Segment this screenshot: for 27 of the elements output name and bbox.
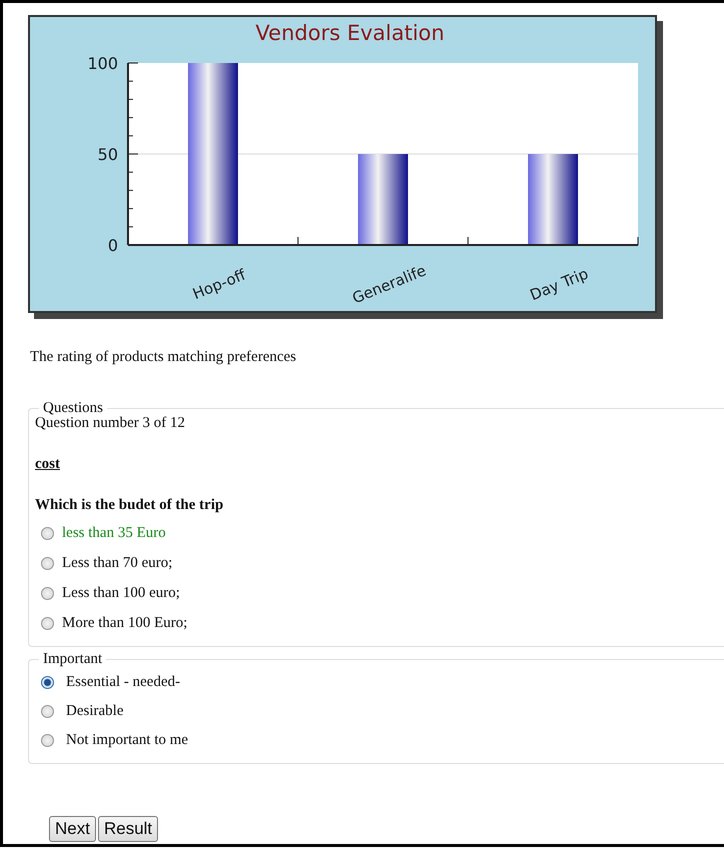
tick-label: 50 bbox=[98, 145, 118, 164]
radio-button[interactable] bbox=[41, 556, 54, 570]
chart-title: Vendors Evalation bbox=[256, 21, 444, 45]
question-text: Which is the budet of the trip bbox=[35, 497, 224, 514]
option-label[interactable]: More than 100 Euro; bbox=[62, 614, 188, 632]
option-label[interactable]: less than 35 Euro bbox=[62, 524, 166, 542]
topic-heading: cost bbox=[35, 456, 60, 473]
option-label[interactable]: Less than 100 euro; bbox=[62, 584, 180, 602]
category-label: Day Trip bbox=[527, 264, 591, 304]
nav-button[interactable]: Next bbox=[49, 816, 96, 842]
radio-button[interactable] bbox=[41, 616, 54, 630]
option-label[interactable]: Not important to me bbox=[66, 732, 188, 749]
option-label[interactable]: Desirable bbox=[66, 703, 124, 720]
tick-label: 100 bbox=[87, 54, 118, 73]
nav-button[interactable]: Result bbox=[98, 816, 158, 842]
chart-caption: The rating of products matching preferences bbox=[30, 349, 298, 366]
tick-label: 0 bbox=[108, 236, 118, 255]
group-legend: Questions bbox=[39, 400, 107, 417]
option-label[interactable]: Essential - needed- bbox=[66, 674, 180, 691]
radio-button[interactable] bbox=[41, 676, 54, 689]
group-legend: Important bbox=[39, 651, 106, 668]
question-counter: Question number 3 of 12 bbox=[35, 415, 186, 432]
radio-button[interactable] bbox=[41, 526, 54, 540]
option-label[interactable]: Less than 70 euro; bbox=[62, 554, 172, 572]
radio-button[interactable] bbox=[41, 705, 54, 718]
radio-button[interactable] bbox=[41, 586, 54, 600]
radio-button[interactable] bbox=[41, 734, 54, 747]
